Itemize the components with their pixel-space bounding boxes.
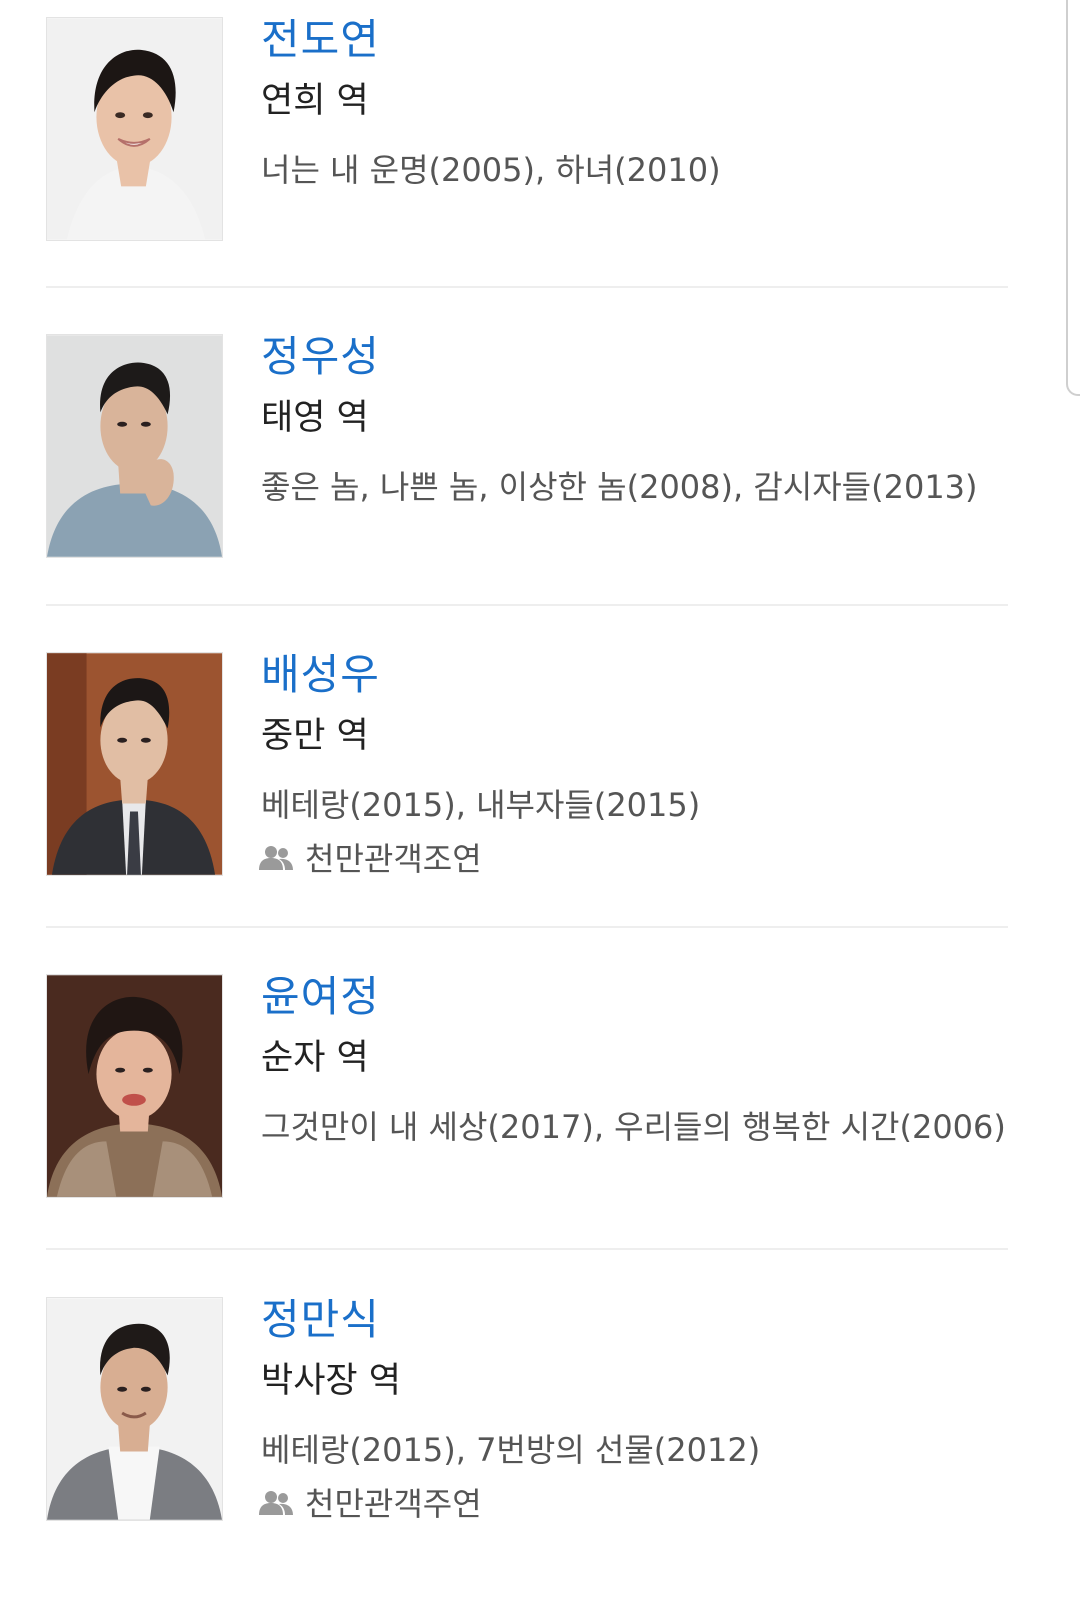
role-label: 박사장 역 [261, 1361, 401, 1401]
actor-photo[interactable] [46, 652, 223, 876]
cast-item[interactable]: 윤여정 순자 역 그것만이 내 세상(2017), 우리들의 행복한 시간(20… [46, 974, 1008, 1214]
actor-photo[interactable] [46, 334, 223, 558]
filmography: 그것만이 내 세상(2017), 우리들의 행복한 시간(2006) [261, 1108, 1006, 1146]
award-badge: 천만관객주연 [259, 1479, 482, 1525]
role-label: 순자 역 [261, 1038, 369, 1078]
portrait-illustration [47, 18, 222, 240]
people-icon [259, 846, 293, 870]
badge-label: 천만관객조연 [305, 840, 482, 878]
badge-label: 천만관객주연 [305, 1485, 482, 1523]
role-label: 연희 역 [261, 81, 369, 121]
scrollbar[interactable] [1066, 0, 1080, 396]
divider [46, 286, 1008, 288]
cast-item[interactable]: 전도연 연희 역 너는 내 운명(2005), 하녀(2010) [46, 17, 1008, 257]
filmography: 베테랑(2015), 7번방의 선물(2012) [261, 1431, 761, 1469]
filmography: 좋은 놈, 나쁜 놈, 이상한 놈(2008), 감시자들(2013) [261, 468, 978, 506]
role-label: 중만 역 [261, 716, 369, 756]
actor-name[interactable]: 전도연 [261, 17, 380, 63]
portrait-illustration [47, 975, 222, 1197]
divider [46, 926, 1008, 928]
cast-item[interactable]: 배성우 중만 역 베테랑(2015), 내부자들(2015) 천만관객조연 [46, 652, 1008, 892]
cast-item[interactable]: 정우성 태영 역 좋은 놈, 나쁜 놈, 이상한 놈(2008), 감시자들(2… [46, 334, 1008, 574]
actor-photo[interactable] [46, 974, 223, 1198]
filmography: 너는 내 운명(2005), 하녀(2010) [261, 151, 721, 189]
actor-photo[interactable] [46, 17, 223, 241]
actor-name[interactable]: 배성우 [261, 652, 380, 698]
filmography: 베테랑(2015), 내부자들(2015) [261, 786, 701, 824]
actor-name[interactable]: 윤여정 [261, 974, 380, 1020]
actor-name[interactable]: 정우성 [261, 334, 380, 380]
divider [46, 604, 1008, 606]
people-icon [259, 1491, 293, 1515]
role-label: 태영 역 [261, 398, 369, 438]
portrait-illustration [47, 653, 222, 875]
portrait-illustration [47, 335, 222, 557]
actor-name[interactable]: 정만식 [261, 1297, 380, 1343]
cast-item[interactable]: 정만식 박사장 역 베테랑(2015), 7번방의 선물(2012) 천만관객주… [46, 1297, 1008, 1537]
divider [46, 1248, 1008, 1250]
award-badge: 천만관객조연 [259, 834, 482, 880]
portrait-illustration [47, 1298, 222, 1520]
actor-photo[interactable] [46, 1297, 223, 1521]
